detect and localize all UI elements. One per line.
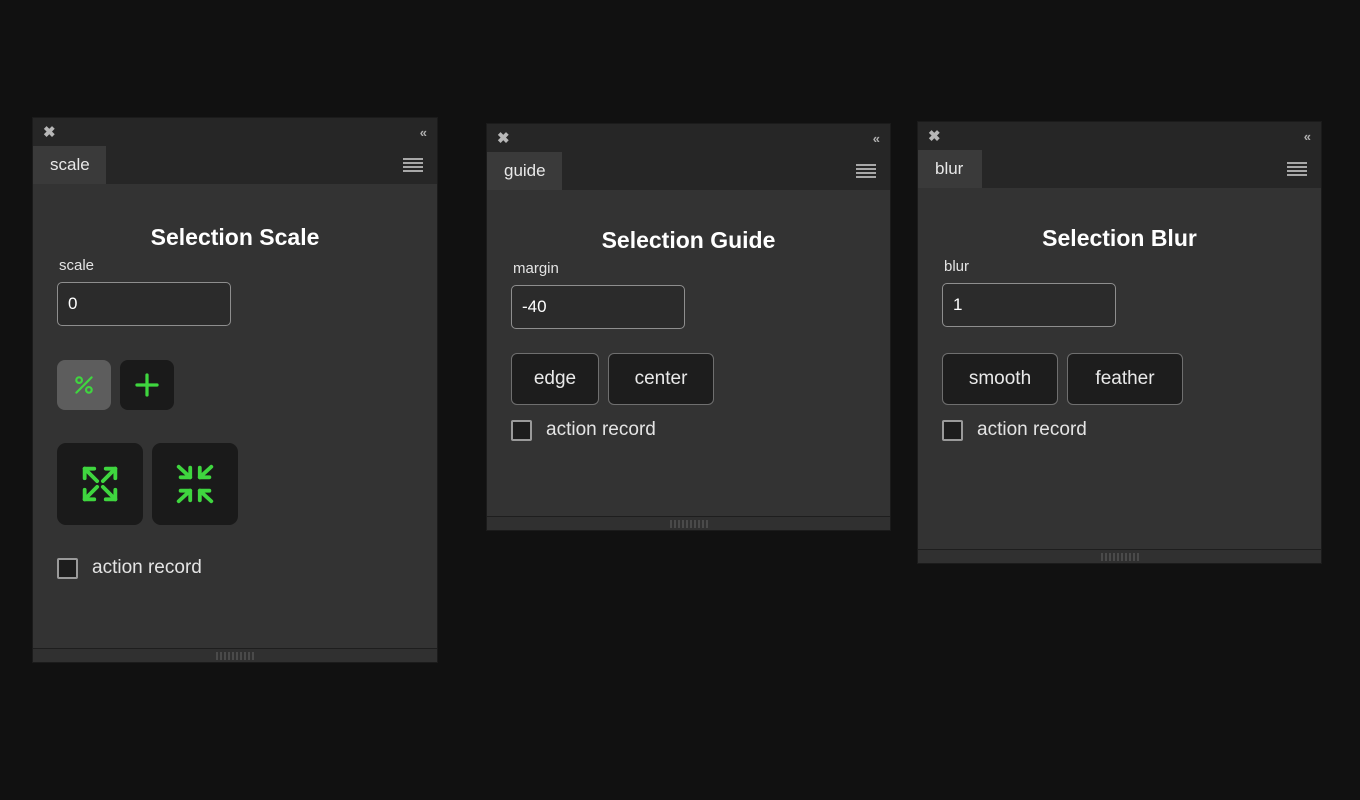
grip-lines-icon: [216, 651, 254, 660]
hamburger-menu-icon[interactable]: [848, 152, 884, 190]
scale-field-label: scale: [59, 257, 95, 274]
action-record-checkbox[interactable]: [942, 419, 963, 441]
collapse-chevron-icon[interactable]: «: [420, 126, 427, 139]
contract-button[interactable]: [152, 443, 238, 525]
expand-button[interactable]: [57, 443, 143, 525]
hamburger-menu-icon[interactable]: [395, 146, 431, 184]
guide-action-record-row[interactable]: action record: [511, 419, 866, 441]
action-record-checkbox[interactable]: [511, 419, 532, 441]
blur-button-row: smooth feather: [942, 353, 1297, 405]
action-record-label: action record: [92, 557, 202, 578]
scale-mode-button-row: [57, 360, 413, 410]
margin-field-label: margin: [513, 260, 559, 277]
action-record-checkbox[interactable]: [57, 557, 78, 579]
panel-scale-tabbar: scale: [33, 146, 437, 184]
panel-blur: ✖ « blur Selection Blur blur 1 smooth fe…: [918, 122, 1321, 563]
blur-input[interactable]: 1: [942, 283, 1116, 327]
collapse-chevron-icon[interactable]: «: [873, 132, 880, 145]
tab-blur[interactable]: blur: [918, 150, 982, 188]
percent-mode-button[interactable]: [57, 360, 111, 410]
close-icon[interactable]: ✖: [928, 129, 941, 144]
close-icon[interactable]: ✖: [497, 131, 510, 146]
panel-scale-body: Selection Scale scale 0 action record: [33, 184, 437, 648]
edge-button[interactable]: edge: [511, 353, 599, 405]
tab-scale[interactable]: scale: [33, 146, 106, 184]
guide-button-row: edge center: [511, 353, 866, 405]
plus-icon: [135, 373, 159, 397]
blur-action-record-row[interactable]: action record: [942, 419, 1297, 441]
panel-scale-titlebar: ✖ «: [33, 118, 437, 146]
panel-guide-tabbar: guide: [487, 152, 890, 190]
panel-blur-resize-grip[interactable]: [918, 549, 1321, 563]
panel-guide-body: Selection Guide margin -40 edge center a…: [487, 190, 890, 516]
plus-mode-button[interactable]: [120, 360, 174, 410]
tabbar-spacer: [562, 152, 848, 190]
smooth-button[interactable]: smooth: [942, 353, 1058, 405]
tabbar-spacer: [106, 146, 395, 184]
percent-icon: [75, 376, 93, 394]
panel-blur-body: Selection Blur blur 1 smooth feather act…: [918, 188, 1321, 549]
action-record-label: action record: [546, 419, 656, 440]
scale-action-button-row: [57, 443, 413, 525]
panel-scale: ✖ « scale Selection Scale scale 0 action…: [33, 118, 437, 662]
hamburger-menu-icon[interactable]: [1279, 150, 1315, 188]
collapse-chevron-icon[interactable]: «: [1304, 130, 1311, 143]
tabbar-spacer: [982, 150, 1279, 188]
panel-blur-tabbar: blur: [918, 150, 1321, 188]
blur-field-label: blur: [944, 258, 970, 275]
grip-lines-icon: [1100, 552, 1139, 561]
scale-input[interactable]: 0: [57, 282, 231, 326]
panel-guide: ✖ « guide Selection Guide margin -40 edg…: [487, 124, 890, 530]
margin-input[interactable]: -40: [511, 285, 685, 329]
expand-arrows-icon: [82, 466, 118, 502]
scale-action-record-row[interactable]: action record: [57, 557, 413, 579]
panel-blur-titlebar: ✖ «: [918, 122, 1321, 150]
panel-guide-titlebar: ✖ «: [487, 124, 890, 152]
panel-guide-title: Selection Guide: [601, 227, 776, 253]
center-button[interactable]: center: [608, 353, 714, 405]
desktop-background: ✖ « scale Selection Scale scale 0 action…: [0, 0, 1360, 800]
grip-lines-icon: [669, 519, 708, 528]
panel-guide-resize-grip[interactable]: [487, 516, 890, 530]
panel-scale-title: Selection Scale: [150, 224, 320, 250]
close-icon[interactable]: ✖: [43, 125, 56, 140]
tab-guide[interactable]: guide: [487, 152, 562, 190]
feather-button[interactable]: feather: [1067, 353, 1183, 405]
panel-blur-title: Selection Blur: [1042, 225, 1197, 251]
action-record-label: action record: [977, 419, 1087, 440]
contract-arrows-icon: [176, 464, 214, 504]
panel-scale-resize-grip[interactable]: [33, 648, 437, 662]
